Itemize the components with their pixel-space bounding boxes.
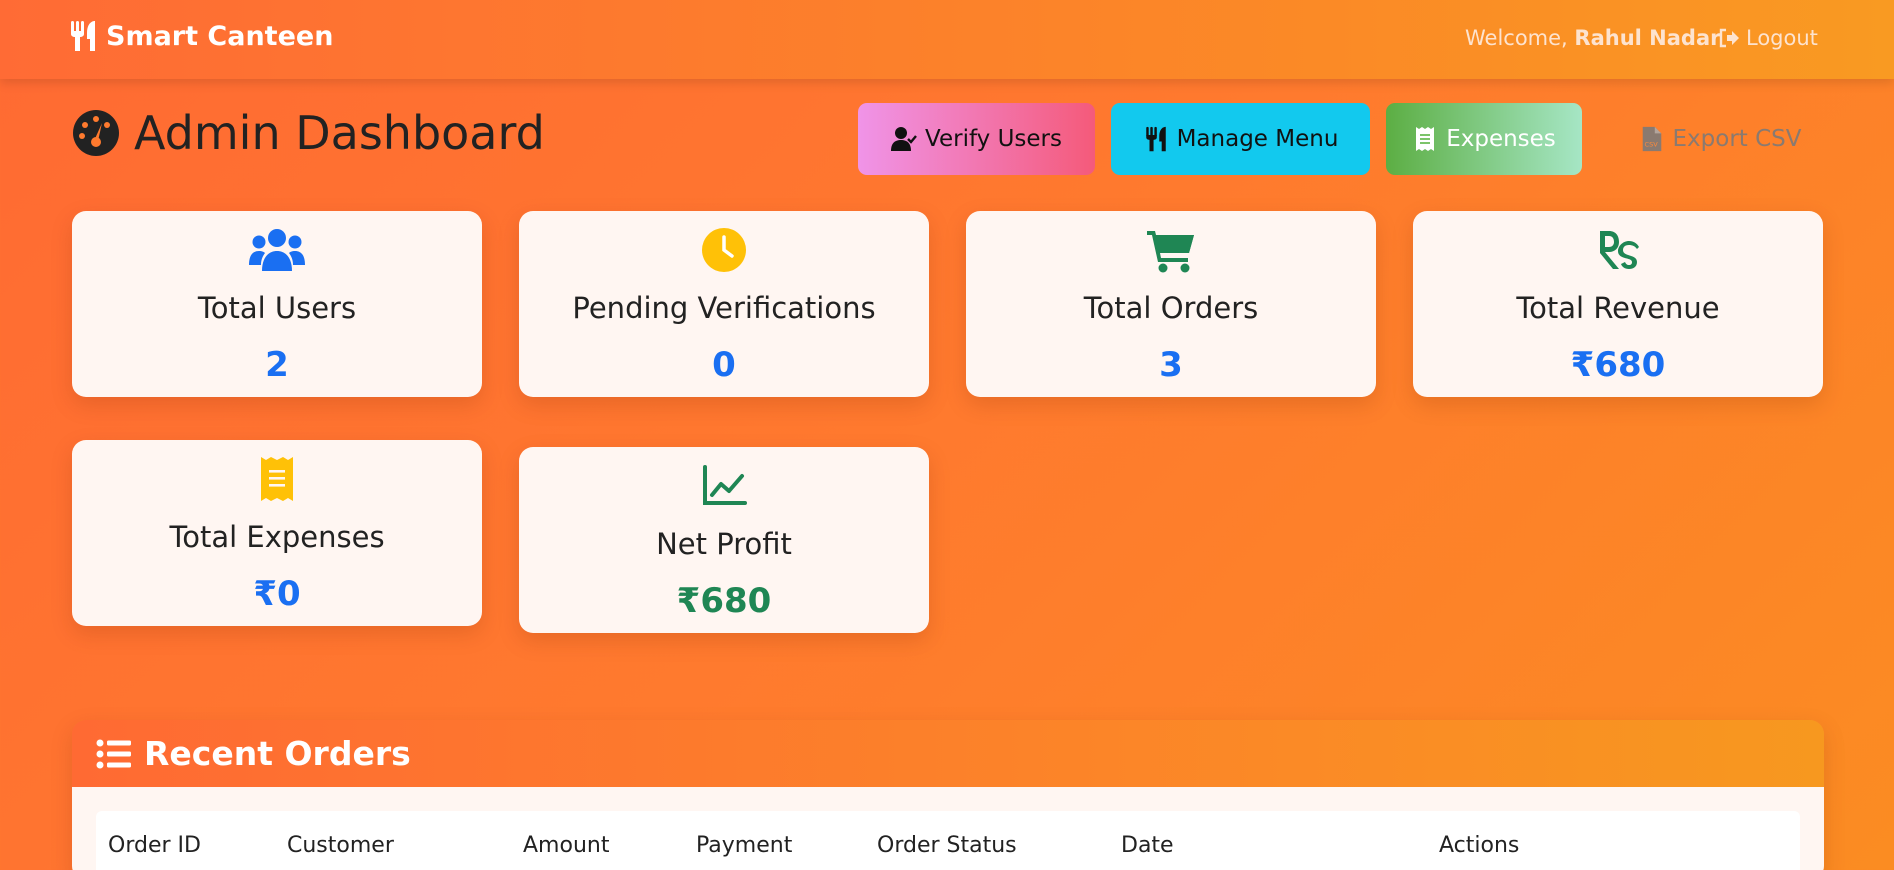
svg-text:CSV: CSV: [1644, 140, 1658, 148]
stat-value: ₹680: [676, 581, 772, 621]
rupee-icon: [1413, 227, 1823, 273]
logout-label: Logout: [1746, 26, 1818, 50]
recent-orders-body: Order ID Customer Amount Payment Order S…: [72, 787, 1824, 870]
stat-label: Total Orders: [1083, 291, 1259, 325]
expenses-button[interactable]: Expenses: [1386, 103, 1582, 175]
stat-value: 0: [712, 345, 736, 385]
logout-icon: [1719, 28, 1739, 48]
column-header-customer: Customer: [287, 833, 394, 858]
column-header-amount: Amount: [523, 833, 610, 858]
brand-link[interactable]: Smart Canteen: [70, 20, 333, 52]
expenses-label: Expenses: [1446, 126, 1556, 152]
receipt-icon: [72, 456, 482, 502]
brand-name: Smart Canteen: [106, 20, 334, 52]
manage-menu-button[interactable]: Manage Menu: [1111, 103, 1370, 175]
column-header-order-status: Order Status: [877, 833, 1017, 858]
utensils-icon: [1145, 126, 1166, 152]
stat-card-pending-verifications: Pending Verifications 0: [519, 211, 929, 397]
stat-value: ₹0: [253, 574, 301, 614]
stat-label: Total Revenue: [1516, 291, 1720, 325]
file-csv-icon: CSV: [1642, 126, 1661, 152]
orders-table: Order ID Customer Amount Payment Order S…: [96, 811, 1800, 870]
user-name: Rahul Nadar: [1574, 26, 1721, 50]
stat-card-net-profit: Net Profit ₹680: [519, 447, 929, 633]
stat-label: Total Expenses: [169, 520, 385, 554]
page-title-text: Admin Dashboard: [134, 106, 545, 160]
stat-value: ₹680: [1570, 345, 1666, 385]
stat-label: Total Users: [197, 291, 357, 325]
export-csv-label: Export CSV: [1672, 126, 1802, 152]
recent-orders-panel: Recent Orders Order ID Customer Amount P…: [72, 720, 1824, 870]
stat-label: Net Profit: [656, 527, 792, 561]
users-icon: [72, 227, 482, 273]
stat-label: Pending Verifications: [572, 291, 876, 325]
stat-card-total-users: Total Users 2: [72, 211, 482, 397]
receipt-icon: [1416, 127, 1435, 151]
verify-users-label: Verify Users: [925, 126, 1062, 152]
list-icon: [96, 739, 131, 768]
page-title: Admin Dashboard: [72, 106, 545, 160]
manage-menu-label: Manage Menu: [1176, 126, 1339, 152]
cart-icon: [966, 227, 1376, 273]
user-check-icon: [891, 127, 917, 151]
column-header-actions: Actions: [1439, 833, 1520, 858]
stat-value: 2: [265, 345, 289, 385]
welcome-text: Welcome, Rahul Nadar: [1465, 26, 1720, 50]
column-header-order-id: Order ID: [108, 833, 201, 858]
recent-orders-title: Recent Orders: [144, 734, 411, 773]
export-csv-button[interactable]: CSV Export CSV: [1620, 103, 1820, 175]
stat-card-total-revenue: Total Revenue ₹680: [1413, 211, 1823, 397]
chart-line-icon: [519, 463, 929, 509]
clock-icon: [519, 227, 929, 273]
gauge-icon: [73, 110, 119, 156]
column-header-payment: Payment: [696, 833, 793, 858]
stat-value: 3: [1159, 345, 1183, 385]
stat-card-total-expenses: Total Expenses ₹0: [72, 440, 482, 626]
recent-orders-header: Recent Orders: [72, 720, 1824, 787]
verify-users-button[interactable]: Verify Users: [858, 103, 1095, 175]
stat-card-total-orders: Total Orders 3: [966, 211, 1376, 397]
welcome-prefix: Welcome,: [1465, 26, 1568, 50]
column-header-date: Date: [1121, 833, 1174, 858]
utensils-icon: [71, 21, 95, 51]
logout-link[interactable]: Logout: [1718, 26, 1818, 50]
navbar: Smart Canteen Welcome, Rahul Nadar Logou…: [0, 0, 1894, 79]
